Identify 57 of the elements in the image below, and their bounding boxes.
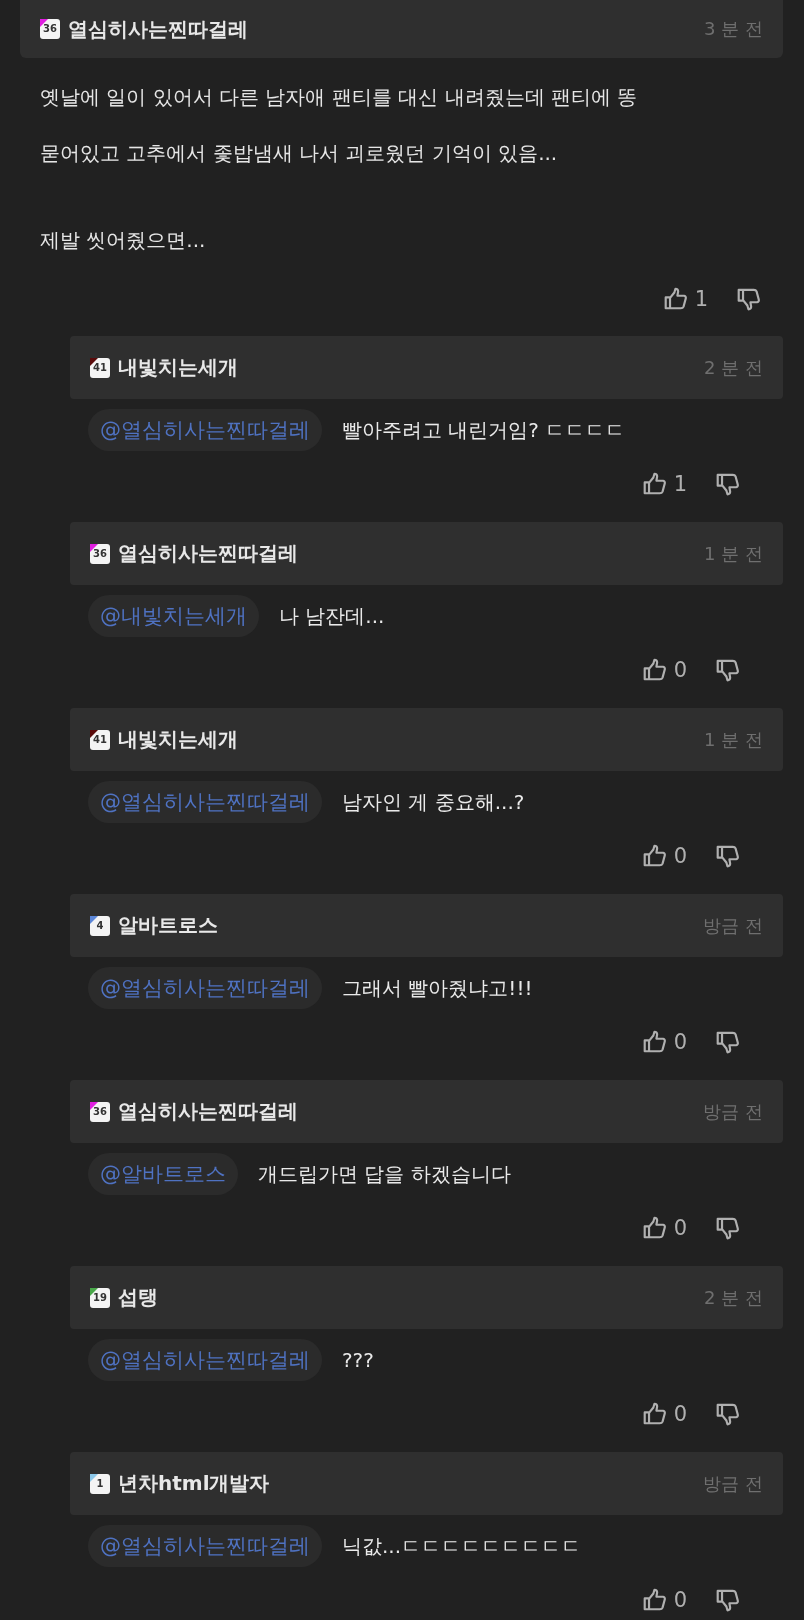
comment-text: 제발 씻어줬으면... [40, 227, 207, 254]
reply-text: 남자인 게 중요해...? [342, 788, 525, 816]
like-count: 0 [673, 658, 687, 682]
reply-text: 개드립가면 답을 하겠습니다 [258, 1160, 511, 1188]
author-name[interactable]: 열심히사는찐따걸레 [68, 15, 248, 43]
level-number: 19 [93, 1292, 107, 1303]
timestamp: 3 분 전 [704, 17, 763, 41]
reply-text: ??? [342, 1348, 374, 1372]
thumbs-up-icon[interactable] [662, 286, 689, 312]
like-count: 0 [673, 1402, 687, 1426]
level-number: 36 [43, 24, 57, 34]
timestamp: 2 분 전 [704, 355, 763, 380]
thumbs-up-icon[interactable] [641, 843, 668, 869]
thumbs-up-icon[interactable] [641, 1215, 668, 1241]
level-number: 41 [93, 362, 107, 373]
thumbs-down-icon[interactable] [736, 286, 762, 312]
author-name[interactable]: 열심히사는찐따걸레 [118, 1098, 298, 1125]
thumbs-down-icon[interactable] [715, 471, 741, 497]
level-number: 1 [96, 1478, 104, 1489]
thumbs-down-icon[interactable] [715, 657, 741, 683]
thumbs-down-icon[interactable] [715, 1401, 741, 1427]
thumbs-down-icon[interactable] [715, 1215, 741, 1241]
comment-text: 옛날에 일이 있어서 다른 남자애 팬티를 대신 내려줬는데 팬티에 똥 묻어있고 고추에서 좇밥냄새 나서 괴로웠던 기억이 있음... [40, 84, 639, 167]
timestamp: 1 분 전 [704, 541, 763, 566]
timestamp: 2 분 전 [704, 1285, 763, 1310]
thumbs-down-icon[interactable] [715, 1029, 741, 1055]
timestamp: 방금 전 [703, 913, 763, 938]
author-name[interactable]: 알바트로스 [118, 912, 218, 939]
reply-text: 나 남잔데... [279, 602, 385, 630]
thumbs-up-icon[interactable] [641, 1587, 668, 1613]
thumbs-up-icon[interactable] [641, 471, 668, 497]
thumbs-up-icon[interactable] [641, 1401, 668, 1427]
author-name[interactable]: 내빛치는세개 [118, 354, 238, 381]
like-count: 0 [673, 1030, 687, 1054]
thumbs-up-icon[interactable] [641, 657, 668, 683]
timestamp: 방금 전 [703, 1471, 763, 1496]
timestamp: 1 분 전 [704, 727, 763, 752]
level-number: 36 [93, 1106, 107, 1117]
like-count: 1 [673, 472, 687, 496]
author-name[interactable]: 년차html개발자 [118, 1470, 270, 1497]
level-number: 41 [93, 734, 107, 745]
reply-text: 빨아주려고 내린거임? ㄷㄷㄷㄷ [342, 416, 626, 444]
thumbs-down-icon[interactable] [715, 843, 741, 869]
author-name[interactable]: 내빛치는세개 [118, 726, 238, 753]
reply-text: 그래서 빨아줬냐고!!! [342, 974, 533, 1002]
level-number: 36 [93, 548, 107, 559]
level-number: 4 [96, 920, 104, 931]
like-count: 1 [694, 287, 708, 311]
reply-text: 닉값...ㄷㄷㄷㄷㄷㄷㄷㄷㄷ [342, 1532, 582, 1560]
thumbs-up-icon[interactable] [641, 1029, 668, 1055]
like-count: 0 [673, 1588, 687, 1612]
thumbs-down-icon[interactable] [715, 1587, 741, 1613]
like-count: 0 [673, 844, 687, 868]
author-name[interactable]: 섭탱 [118, 1284, 158, 1311]
author-name[interactable]: 열심히사는찐따걸레 [118, 540, 298, 567]
timestamp: 방금 전 [703, 1099, 763, 1124]
like-count: 0 [673, 1216, 687, 1240]
